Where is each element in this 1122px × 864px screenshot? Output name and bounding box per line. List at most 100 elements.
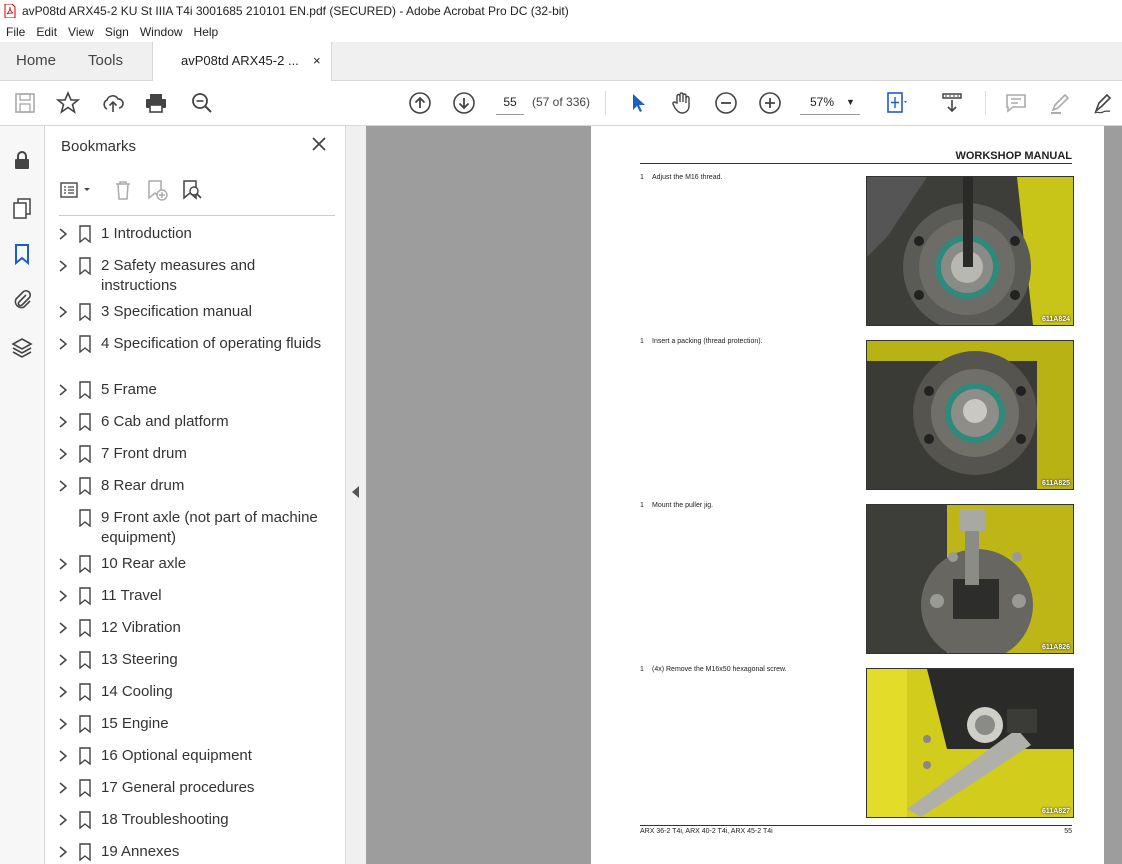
- tab-document[interactable]: avP08td ARX45-2 ... ×: [152, 42, 332, 81]
- bookmark-label: 15 Engine: [101, 715, 169, 732]
- bookmark-label: 11 Travel: [101, 587, 162, 604]
- step-number: 1: [640, 502, 644, 509]
- chevron-right-icon[interactable]: [57, 479, 69, 493]
- bookmark-icon: [79, 587, 91, 605]
- bookmark-label: 9 Front axle (not part of machine equipm…: [101, 509, 318, 546]
- step-text: Adjust the M16 thread.: [652, 174, 723, 181]
- bookmark-icon: [79, 747, 91, 765]
- menu-help[interactable]: Help: [188, 22, 224, 42]
- chevron-right-icon[interactable]: [57, 447, 69, 461]
- panel-splitter[interactable]: [345, 126, 366, 864]
- instruction-step: 1 Mount the puller jig.: [640, 502, 713, 509]
- instruction-step: 1 Adjust the M16 thread.: [640, 174, 722, 181]
- instruction-step: 1 (4x) Remove the M16x50 hexagonal screw.: [640, 666, 787, 673]
- chevron-right-icon[interactable]: [57, 227, 69, 241]
- tab-tools[interactable]: Tools: [88, 42, 123, 80]
- chevron-right-icon[interactable]: [57, 781, 69, 795]
- hand-tool-icon[interactable]: [670, 91, 694, 115]
- chevron-right-icon[interactable]: [57, 749, 69, 763]
- bookmark-icon: [79, 715, 91, 733]
- previous-page-icon[interactable]: [408, 91, 432, 115]
- bookmark-icon: [79, 811, 91, 829]
- bookmarks-toolbar: [45, 170, 345, 212]
- attachment-paperclip-icon[interactable]: [10, 288, 34, 312]
- page-number-input[interactable]: 55: [496, 90, 524, 115]
- zoom-out-icon[interactable]: [714, 91, 738, 115]
- chevron-right-icon[interactable]: [57, 685, 69, 699]
- step-number: 1: [640, 666, 644, 673]
- chevron-right-icon[interactable]: [57, 383, 69, 397]
- bookmark-label: 7 Front drum: [101, 445, 187, 462]
- step-text: (4x) Remove the M16x50 hexagonal screw.: [652, 666, 787, 673]
- star-icon[interactable]: [56, 91, 80, 115]
- tab-bar: Home Tools avP08td ARX45-2 ... ×: [0, 42, 1122, 81]
- bookmark-icon: [79, 843, 91, 861]
- bookmark-label: 14 Cooling: [101, 683, 173, 700]
- bookmark-label: 5 Frame: [101, 381, 157, 398]
- collapse-panel-icon[interactable]: [352, 486, 359, 498]
- save-icon[interactable]: [13, 91, 37, 115]
- figure-photo: 611A825: [866, 340, 1074, 490]
- zoom-level-select[interactable]: 57% ▼: [800, 90, 860, 115]
- bookmark-icon: [79, 509, 91, 527]
- bookmark-options-icon[interactable]: [59, 178, 95, 202]
- zoom-level-value: 57%: [810, 95, 835, 109]
- chevron-right-icon[interactable]: [57, 305, 69, 319]
- footer-page-number: 55: [1064, 828, 1072, 835]
- chevron-down-icon: ▼: [846, 97, 855, 107]
- menu-edit[interactable]: Edit: [30, 22, 62, 42]
- new-bookmark-icon[interactable]: [145, 178, 169, 202]
- bookmark-label: 13 Steering: [101, 651, 178, 668]
- pages-thumbnails-icon[interactable]: [10, 196, 34, 220]
- scroll-mode-icon[interactable]: [940, 91, 964, 115]
- layers-icon[interactable]: [10, 336, 34, 360]
- print-icon[interactable]: [144, 91, 168, 115]
- chevron-right-icon[interactable]: [57, 589, 69, 603]
- hub-with-threaded-rod-image: [867, 177, 1073, 325]
- figure-photo: 611A826: [866, 504, 1074, 654]
- menu-window[interactable]: Window: [134, 22, 188, 42]
- chevron-right-icon[interactable]: [57, 621, 69, 635]
- document-tab-label: avP08td ARX45-2 ...: [181, 53, 299, 68]
- tab-home[interactable]: Home: [16, 42, 56, 80]
- chevron-right-icon[interactable]: [57, 813, 69, 827]
- bookmark-label: 18 Troubleshooting: [101, 811, 229, 828]
- menu-view[interactable]: View: [62, 22, 99, 42]
- chevron-right-icon[interactable]: [57, 259, 69, 273]
- menu-file[interactable]: File: [0, 22, 30, 42]
- chevron-right-icon[interactable]: [57, 415, 69, 429]
- highlight-pen-icon[interactable]: [1048, 91, 1072, 115]
- close-icon[interactable]: [311, 136, 327, 152]
- find-bookmark-icon[interactable]: [180, 178, 204, 202]
- figure-photo: 611A824: [866, 176, 1074, 326]
- chevron-right-icon[interactable]: [57, 717, 69, 731]
- chevron-right-icon[interactable]: [57, 557, 69, 571]
- bookmark-icon: [79, 683, 91, 701]
- select-cursor-icon[interactable]: [626, 91, 650, 115]
- find-zoom-icon[interactable]: [190, 91, 214, 115]
- bookmark-panel-icon[interactable]: [10, 242, 34, 266]
- chevron-right-icon[interactable]: [57, 337, 69, 351]
- menu-sign[interactable]: Sign: [99, 22, 134, 42]
- document-viewer[interactable]: WORKSHOP MANUAL 1 Adjust the M16 thread. …: [366, 126, 1122, 864]
- bookmark-label: 1 Introduction: [101, 225, 192, 242]
- delete-bookmark-icon[interactable]: [111, 178, 135, 202]
- comment-icon[interactable]: [1004, 91, 1028, 115]
- lock-icon[interactable]: [10, 148, 34, 172]
- bookmark-icon: [79, 445, 91, 463]
- close-tab-icon[interactable]: ×: [313, 42, 321, 80]
- figure-code: 611A824: [1041, 316, 1070, 323]
- next-page-icon[interactable]: [452, 91, 476, 115]
- toolbar-divider: [605, 91, 606, 115]
- upload-cloud-icon[interactable]: [101, 91, 125, 115]
- bookmark-label: 12 Vibration: [101, 619, 181, 636]
- chevron-right-icon[interactable]: [57, 845, 69, 859]
- page-count: (57 of 336): [532, 95, 591, 109]
- figure-code: 611A827: [1041, 808, 1070, 815]
- zoom-in-icon[interactable]: [758, 91, 782, 115]
- window-title: avP08td ARX45-2 KU St IIIA T4i 3001685 2…: [22, 4, 569, 18]
- fit-page-icon[interactable]: [884, 91, 908, 115]
- sign-pen-icon[interactable]: [1092, 91, 1116, 115]
- step-text: Mount the puller jig.: [652, 502, 714, 509]
- chevron-right-icon[interactable]: [57, 653, 69, 667]
